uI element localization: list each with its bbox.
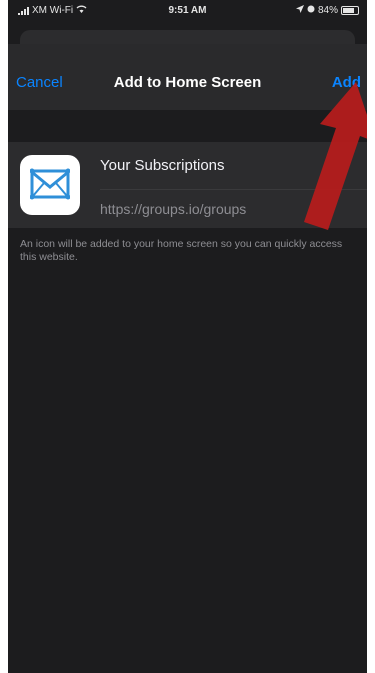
envelope-icon xyxy=(30,168,70,200)
battery-percent: 84% xyxy=(317,5,338,16)
battery-icon xyxy=(341,6,359,15)
app-icon xyxy=(20,155,80,215)
location-icon xyxy=(295,5,304,16)
phone-screen: XM Wi-Fi 9:51 AM 84% Cancel Add to Home … xyxy=(8,0,367,673)
status-right: 84% xyxy=(295,5,359,16)
status-bar: XM Wi-Fi 9:51 AM 84% xyxy=(8,0,367,22)
shortcut-url: https://groups.io/groups xyxy=(100,201,247,217)
alarm-icon xyxy=(307,5,315,16)
shortcut-name-field[interactable]: Your Subscriptions xyxy=(100,157,225,174)
red-arrow-icon xyxy=(304,82,367,230)
info-note: An icon will be added to your home scree… xyxy=(20,238,343,263)
